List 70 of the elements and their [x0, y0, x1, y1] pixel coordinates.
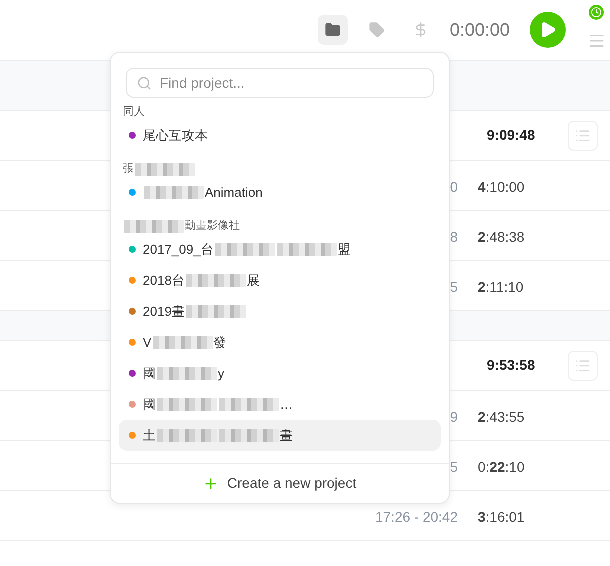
project-name: 盟: [338, 240, 351, 259]
blurred-text: [124, 220, 184, 232]
search-input[interactable]: Find project...: [160, 72, 423, 94]
project-item[interactable]: 2019畫: [119, 296, 441, 327]
project-item[interactable]: 國 y: [119, 358, 441, 389]
project-item[interactable]: 土 畫: [119, 420, 441, 451]
search-field[interactable]: Find project...: [126, 68, 434, 98]
blurred-text: [219, 398, 279, 411]
project-name: 發: [214, 334, 227, 352]
project-name: 國: [143, 396, 156, 414]
project-name: 2017_09_台: [143, 240, 214, 259]
day-total: 9:09:48: [487, 126, 536, 145]
timer-display: 0:00:00: [450, 18, 510, 42]
entry-duration: 2:43:55: [478, 408, 525, 427]
list-view-button[interactable]: [568, 120, 598, 150]
time-range: 0: [449, 178, 458, 197]
time-range: 5: [449, 458, 458, 477]
project-name: 土: [143, 426, 156, 445]
project-name: 尾心互攻本: [143, 126, 208, 145]
project-name: 張: [123, 162, 134, 177]
entry-duration: 2:48:38: [478, 228, 525, 247]
project-item[interactable]: 2017_09_台 盟: [119, 234, 441, 265]
time-range: 9: [449, 408, 458, 427]
blurred-text: [135, 162, 195, 176]
project-item[interactable]: 尾心互攻本: [119, 120, 441, 151]
project-name: 2019畫: [143, 302, 185, 321]
time-range: 17:26 - 20:42: [374, 508, 458, 527]
project-item[interactable]: 國 …: [119, 389, 441, 420]
play-icon: [539, 21, 557, 39]
tag-icon: [368, 22, 385, 38]
list-view-button[interactable]: [568, 350, 598, 380]
project-name: 展: [246, 272, 260, 290]
project-item[interactable]: V 發: [119, 327, 441, 358]
project-name: 國: [143, 364, 156, 383]
project-item[interactable]: 2018台 展: [119, 265, 441, 296]
project-name: 畫: [280, 426, 293, 445]
start-button[interactable]: [530, 12, 566, 48]
blurred-text: [214, 243, 275, 256]
project-name: 2018台: [143, 272, 185, 290]
project-name: Animation: [205, 184, 263, 202]
entry-duration: 3:16:01: [478, 508, 525, 527]
blurred-text: [157, 429, 217, 442]
blurred-text: [157, 398, 217, 411]
day-total: 9:53:58: [487, 356, 536, 375]
project-name: 動畫影像社: [185, 218, 240, 234]
folder-icon: [324, 22, 341, 38]
list-icon: [575, 358, 591, 374]
clock-badge-icon: [589, 5, 604, 20]
create-project-button[interactable]: Create a new project: [203, 473, 357, 494]
time-range: 8: [449, 228, 458, 247]
blurred-text: [276, 243, 337, 256]
blurred-text: [186, 274, 246, 287]
search-icon: [137, 76, 152, 90]
entry-duration: 2:11:10: [478, 278, 524, 297]
blurred-text: [219, 429, 279, 442]
project-name: V: [143, 334, 152, 352]
project-item[interactable]: Animation: [119, 177, 441, 208]
blurred-text: [144, 186, 204, 199]
entry-duration: 4:10:00: [478, 178, 525, 197]
entry-duration: 0:22:10: [478, 458, 525, 477]
blurred-text: [157, 367, 217, 380]
blurred-text: [152, 336, 213, 349]
time-range: 5: [449, 278, 458, 297]
project-name: …: [280, 396, 293, 414]
menu-icon[interactable]: [588, 32, 606, 50]
list-icon: [575, 128, 591, 144]
project-name: 同人: [123, 104, 145, 120]
folder-tool-button[interactable]: [318, 15, 348, 45]
blurred-text: [186, 305, 246, 318]
project-name: y: [218, 364, 224, 383]
